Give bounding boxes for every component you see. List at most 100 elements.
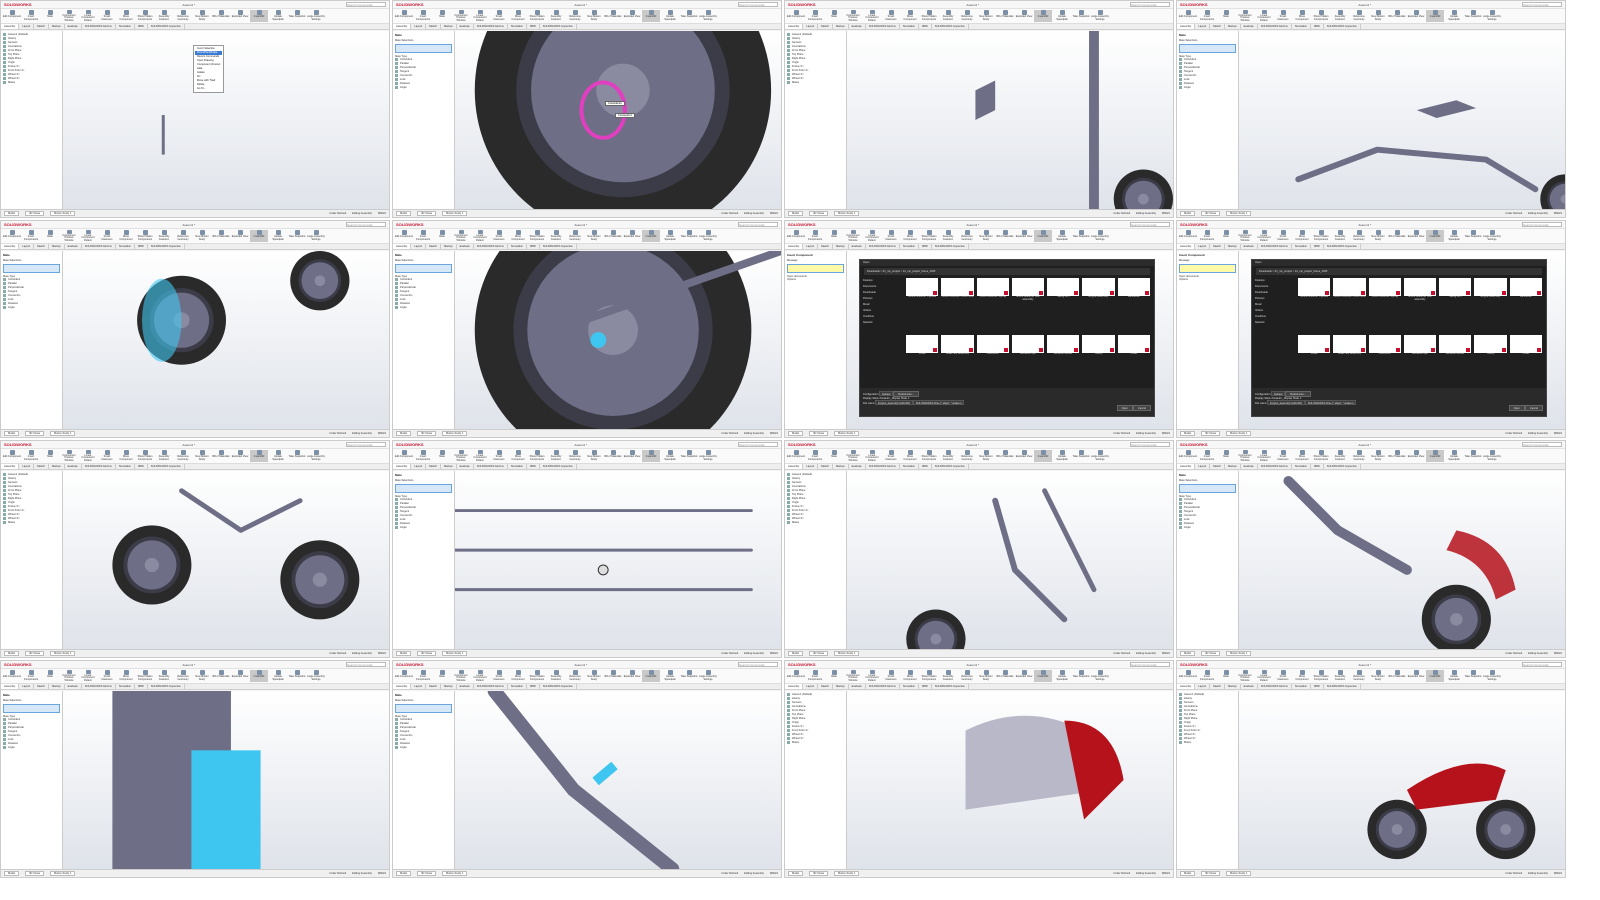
file-item[interactable]: Carburetor xyxy=(976,334,1009,386)
command-button[interactable]: Reference Geometry xyxy=(174,230,192,242)
bottom-tab-1[interactable]: 3D Views xyxy=(417,431,436,436)
units[interactable]: MMGS xyxy=(1554,652,1562,655)
command-button[interactable]: Reference Geometry xyxy=(566,230,584,242)
mate-selections-box[interactable] xyxy=(395,44,452,53)
command-button[interactable]: Show Hidden Components xyxy=(920,670,938,682)
command-button[interactable]: New Motion Study xyxy=(977,450,995,462)
search-commands-input[interactable]: Search Commands xyxy=(346,2,386,7)
command-button[interactable]: Large Assembly Settings xyxy=(1483,230,1501,242)
graphics-area[interactable] xyxy=(63,251,389,429)
search-commands-input[interactable]: Search Commands xyxy=(346,662,386,667)
tab-layout[interactable]: Layout xyxy=(1195,24,1211,29)
bottom-tab-2[interactable]: Motion Study 1 xyxy=(834,651,860,656)
command-button[interactable]: Update Speedpak xyxy=(1053,450,1071,462)
command-button[interactable]: Assembly Features xyxy=(939,230,957,242)
command-button[interactable]: Update Speedpak xyxy=(269,450,287,462)
tab-solidworks-add-ins[interactable]: SOLIDWORKS Add-Ins xyxy=(474,244,508,249)
command-button[interactable]: Show Hidden Components xyxy=(1312,670,1330,682)
search-commands-input[interactable]: Search Commands xyxy=(346,222,386,227)
search-commands-input[interactable]: Search Commands xyxy=(1522,442,1562,447)
search-commands-input[interactable]: Search Commands xyxy=(738,222,778,227)
command-button[interactable]: Edit Component xyxy=(395,450,413,462)
command-button[interactable]: Edit Component xyxy=(1179,10,1197,22)
tab-markup[interactable]: Markup xyxy=(833,244,849,249)
tab-mbd[interactable]: MBD xyxy=(527,684,540,689)
command-button[interactable]: Bill of Materials xyxy=(996,230,1014,242)
bottom-tab-1[interactable]: 3D Views xyxy=(25,651,44,656)
tab-solidworks-inspection[interactable]: SOLIDWORKS Inspection xyxy=(540,464,577,469)
units[interactable]: MMGS xyxy=(1162,212,1170,215)
command-button[interactable]: Move Component xyxy=(509,230,527,242)
command-button[interactable]: Linear Component Pattern xyxy=(471,670,489,682)
command-button[interactable]: Bill of Materials xyxy=(1388,450,1406,462)
tree-item[interactable]: Mates xyxy=(787,81,844,85)
tab-solidworks-inspection[interactable]: SOLIDWORKS Inspection xyxy=(148,464,185,469)
tab-simulation[interactable]: Simulation xyxy=(116,24,135,29)
mate-type-option[interactable]: Angle xyxy=(1179,86,1236,90)
tab-solidworks-inspection[interactable]: SOLIDWORKS Inspection xyxy=(1324,244,1361,249)
command-button[interactable]: Bill of Materials xyxy=(1388,230,1406,242)
command-button[interactable]: Linear Component Pattern xyxy=(79,10,97,22)
tab-solidworks-inspection[interactable]: SOLIDWORKS Inspection xyxy=(932,244,969,249)
address-bar[interactable]: Downloads > 01_mp_project > 01_mp_projec… xyxy=(864,268,1150,275)
command-button[interactable]: Update Speedpak xyxy=(1053,670,1071,682)
command-button[interactable]: Mate xyxy=(433,670,451,682)
command-button[interactable]: Smart Fasteners xyxy=(882,230,900,242)
command-button[interactable]: Show Hidden Components xyxy=(920,230,938,242)
tab-simulation[interactable]: Simulation xyxy=(508,684,527,689)
command-button[interactable]: New Motion Study xyxy=(1369,10,1387,22)
command-button[interactable]: Edit Component xyxy=(3,230,21,242)
command-button[interactable]: Take Snapshot xyxy=(1464,450,1482,462)
tab-solidworks-inspection[interactable]: SOLIDWORKS Inspection xyxy=(148,244,185,249)
command-button[interactable]: Exploded View xyxy=(231,230,249,242)
bottom-tab-2[interactable]: Motion Study 1 xyxy=(442,871,468,876)
command-button[interactable]: Insert Components xyxy=(414,230,432,242)
tab-layout[interactable]: Layout xyxy=(411,464,427,469)
tab-simulation[interactable]: Simulation xyxy=(116,244,135,249)
command-button[interactable]: Linear Component Pattern xyxy=(1255,10,1273,22)
tab-evaluate[interactable]: Evaluate xyxy=(1241,24,1258,29)
tab-markup[interactable]: Markup xyxy=(441,684,457,689)
file-item[interactable]: Handlebar xyxy=(1117,278,1150,332)
command-button[interactable]: Large Assembly Settings xyxy=(699,230,717,242)
command-button[interactable]: Component Preview Window xyxy=(60,10,78,22)
command-button[interactable]: Large Assembly Settings xyxy=(1483,10,1501,22)
model-view[interactable] xyxy=(63,691,389,869)
file-item[interactable]: Engine assembly xyxy=(1082,278,1115,332)
file-item[interactable]: Carburetor xyxy=(1368,334,1401,386)
tab-assembly[interactable]: Assembly xyxy=(1177,244,1196,249)
tab-mbd[interactable]: MBD xyxy=(527,24,540,29)
command-button[interactable]: Reference Geometry xyxy=(1350,10,1368,22)
command-button[interactable]: Take Snapshot xyxy=(1464,670,1482,682)
command-button[interactable]: Show Hidden Components xyxy=(136,450,154,462)
command-button[interactable]: Take Snapshot xyxy=(1072,670,1090,682)
bottom-tab-0[interactable]: Model xyxy=(1180,651,1196,656)
tab-solidworks-add-ins[interactable]: SOLIDWORKS Add-Ins xyxy=(866,244,900,249)
command-button[interactable]: Reference Geometry xyxy=(958,450,976,462)
command-button[interactable]: Show Hidden Components xyxy=(528,10,546,22)
model-view[interactable] xyxy=(455,31,781,209)
command-button[interactable]: Component Preview Window xyxy=(844,670,862,682)
command-button[interactable]: Mate xyxy=(825,10,843,22)
bottom-tab-0[interactable]: Model xyxy=(396,651,412,656)
command-button[interactable]: Insert Components xyxy=(22,10,40,22)
bottom-tab-1[interactable]: 3D Views xyxy=(25,871,44,876)
command-button[interactable]: Move Component xyxy=(509,450,527,462)
command-button[interactable]: Linear Component Pattern xyxy=(1255,450,1273,462)
bottom-tab-2[interactable]: Motion Study 1 xyxy=(1226,211,1252,216)
command-button[interactable]: Reference Geometry xyxy=(174,670,192,682)
command-button[interactable]: Show Hidden Components xyxy=(1312,230,1330,242)
command-button[interactable]: Insert Components xyxy=(1198,230,1216,242)
command-button[interactable]: Show Hidden Components xyxy=(920,450,938,462)
tab-solidworks-inspection[interactable]: SOLIDWORKS Inspection xyxy=(148,684,185,689)
file-item[interactable]: Clamp xyxy=(1474,334,1507,386)
command-button[interactable]: Update Speedpak xyxy=(1445,10,1463,22)
command-button[interactable]: Move Component xyxy=(509,670,527,682)
search-commands-input[interactable]: Search Commands xyxy=(346,442,386,447)
tab-solidworks-inspection[interactable]: SOLIDWORKS Inspection xyxy=(932,24,969,29)
tab-mbd[interactable]: MBD xyxy=(527,244,540,249)
command-button[interactable]: Mate xyxy=(433,10,451,22)
bottom-tab-2[interactable]: Motion Study 1 xyxy=(834,431,860,436)
command-button[interactable]: Update Speedpak xyxy=(1053,10,1071,22)
command-button[interactable]: Show Hidden Components xyxy=(136,670,154,682)
